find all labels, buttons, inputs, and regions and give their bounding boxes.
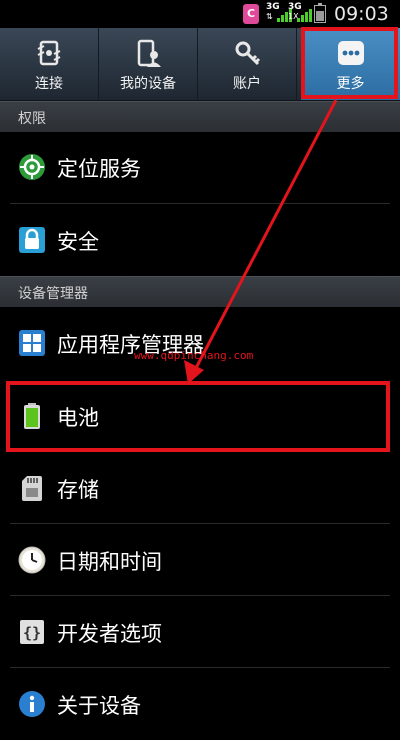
list-item-storage[interactable]: 存储 (0, 452, 400, 524)
tab-label: 我的设备 (120, 76, 176, 92)
status-bar: C 3G ⇅ 3G 1X 09:03 (0, 0, 400, 28)
battery-status-icon (314, 3, 326, 23)
list-item-location[interactable]: 定位服务 (0, 131, 400, 203)
list-item-about-device[interactable]: 关于设备 (0, 668, 400, 740)
tab-my-device[interactable]: 我的设备 (99, 28, 198, 100)
svg-text:{}: {} (23, 624, 41, 642)
tab-accounts[interactable]: 账户 (198, 28, 297, 100)
connections-icon (37, 40, 61, 66)
my-device-icon (137, 39, 161, 67)
section-header-permissions: 权限 (0, 101, 400, 132)
watermark-text: www.qdpinchang.com (134, 349, 254, 362)
info-icon (19, 691, 45, 717)
location-icon (19, 154, 45, 180)
highlight-box-battery (6, 381, 390, 452)
list-item-developer-options[interactable]: {} 开发者选项 (0, 596, 400, 668)
list-item-label: 关于设备 (57, 694, 141, 718)
braces-icon: {} (20, 620, 44, 644)
accounts-icon (235, 41, 261, 66)
tab-label: 连接 (35, 76, 63, 92)
sd-card-icon (22, 476, 42, 501)
apps-grid-icon (19, 330, 45, 356)
tab-connections[interactable]: 连接 (0, 28, 99, 100)
list-item-label: 定位服务 (57, 157, 141, 181)
list-item-label: 开发者选项 (57, 622, 162, 646)
notification-app-icon: C (243, 4, 259, 24)
list-item-label: 存储 (57, 478, 99, 502)
lock-icon (19, 227, 45, 253)
section-title: 设备管理器 (18, 286, 88, 302)
highlight-box-more-tab (301, 27, 398, 99)
tab-label: 账户 (233, 76, 261, 92)
section-title: 权限 (18, 111, 46, 127)
clock-time: 09:03 (334, 3, 389, 25)
list-item-application-manager[interactable]: 应用程序管理器 (0, 307, 400, 379)
list-item-label: 安全 (57, 230, 99, 254)
list-item-label: 日期和时间 (57, 550, 162, 574)
signal-bars-icon (297, 6, 312, 22)
section-header-device-manager: 设备管理器 (0, 276, 400, 307)
clock-icon (18, 546, 46, 574)
list-item-date-time[interactable]: 日期和时间 (0, 524, 400, 596)
list-item-security[interactable]: 安全 (0, 204, 400, 276)
